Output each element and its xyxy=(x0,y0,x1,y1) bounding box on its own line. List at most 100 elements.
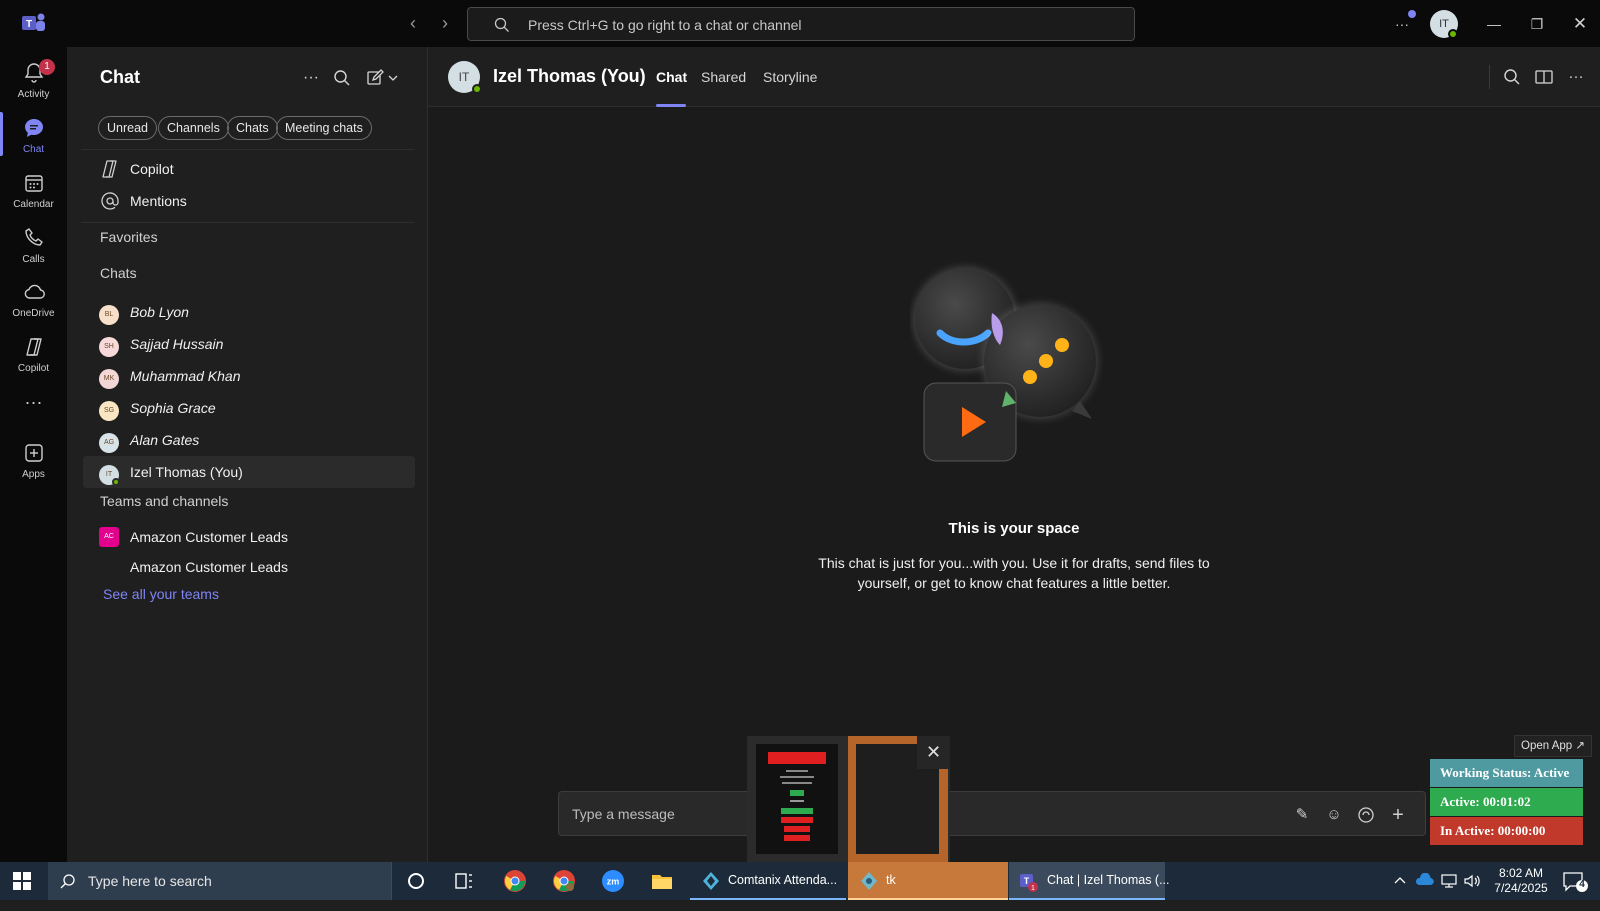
clock-date: 7/24/2025 xyxy=(1494,881,1548,895)
search-icon[interactable] xyxy=(331,67,353,89)
more-options-icon[interactable]: ··· xyxy=(300,67,322,89)
search-icon[interactable] xyxy=(1501,66,1523,88)
rail-item-activity[interactable]: 1 Activity xyxy=(0,53,67,109)
emoji-icon[interactable]: ☺ xyxy=(1324,805,1344,825)
file-explorer-icon[interactable] xyxy=(650,869,674,893)
volume-icon[interactable] xyxy=(1463,873,1481,911)
tab-chat[interactable]: Chat xyxy=(656,69,687,85)
chat-list-item[interactable]: SG Sophia Grace xyxy=(83,392,415,424)
chat-list-item[interactable]: AG Alan Gates xyxy=(83,424,415,456)
notification-count: 4 xyxy=(1579,879,1585,890)
close-window-icon[interactable]: ✕ xyxy=(1568,12,1592,36)
restore-icon[interactable]: ❐ xyxy=(1525,12,1549,36)
search-icon xyxy=(494,17,509,32)
chrome-icon[interactable] xyxy=(503,869,527,893)
chrome-profile-icon[interactable] xyxy=(552,869,576,893)
teams-icon: T 1 xyxy=(1020,874,1038,892)
channel-name: Amazon Customer Leads xyxy=(130,559,288,575)
format-icon[interactable]: ✎ xyxy=(1292,805,1312,825)
rail-item-calls[interactable]: Calls xyxy=(0,218,67,274)
taskbar-app-label: Comtanix Attenda... xyxy=(728,873,838,887)
rail-label: OneDrive xyxy=(12,308,55,319)
show-hidden-icons-icon[interactable] xyxy=(1392,872,1408,910)
chat-icon xyxy=(25,119,43,137)
rail-item-chat[interactable]: Chat xyxy=(0,108,67,164)
search-placeholder: Press Ctrl+G to go right to a chat or ch… xyxy=(528,17,802,33)
message-composer[interactable]: Type a message ✎ ☺ + xyxy=(558,791,1426,836)
zoom-icon[interactable]: zm xyxy=(601,869,625,893)
app-rail: 1 Activity Chat Calendar Calls OneDrive xyxy=(0,47,67,862)
svg-text:1: 1 xyxy=(1031,885,1035,892)
row-label: Mentions xyxy=(130,193,187,209)
rail-label: Copilot xyxy=(17,363,50,374)
chats-heading[interactable]: Chats xyxy=(100,265,137,281)
system-clock[interactable]: 8:02 AM 7/24/2025 xyxy=(1486,866,1556,896)
empty-state-text: This chat is just for you...with you. Us… xyxy=(818,555,1210,591)
rail-item-apps[interactable]: Apps xyxy=(0,433,67,489)
your-space-illustration xyxy=(913,267,1098,462)
copilot-icon xyxy=(102,160,117,178)
python-tk-icon xyxy=(861,872,877,890)
notifications-icon[interactable]: 4 xyxy=(1562,871,1588,909)
presence-available-icon xyxy=(112,478,120,486)
rail-label: Apps xyxy=(22,469,45,480)
tab-storyline[interactable]: Storyline xyxy=(763,69,817,85)
loop-icon[interactable] xyxy=(1356,805,1376,825)
taskbar-app-tk[interactable]: tk xyxy=(848,862,1008,900)
forward-arrow-icon[interactable]: › xyxy=(434,12,456,34)
more-options-icon[interactable]: ··· xyxy=(1565,66,1587,88)
rail-label: Calendar xyxy=(13,199,54,210)
rail-item-copilot[interactable]: Copilot xyxy=(0,327,67,383)
filter-chats[interactable]: Chats xyxy=(227,116,278,140)
windows-start-icon[interactable] xyxy=(13,872,31,890)
team-name: Amazon Customer Leads xyxy=(130,529,288,545)
pinned-mentions[interactable]: Mentions xyxy=(83,185,415,217)
window-thumbnail[interactable] xyxy=(756,744,838,854)
chat-list-item[interactable]: SH Sajjad Hussain xyxy=(83,328,415,360)
cloud-icon xyxy=(24,284,45,299)
network-icon[interactable] xyxy=(1440,873,1458,911)
taskbar-app-teams[interactable]: T 1 Chat | Izel Thomas (... xyxy=(1009,862,1170,900)
team-row[interactable]: AC Amazon Customer Leads xyxy=(83,521,415,553)
add-icon[interactable]: + xyxy=(1388,805,1408,825)
pop-out-icon[interactable] xyxy=(1533,66,1555,88)
divider xyxy=(81,222,414,223)
see-all-teams-link[interactable]: See all your teams xyxy=(103,586,219,602)
phone-icon xyxy=(25,228,43,246)
back-arrow-icon[interactable]: ‹ xyxy=(402,12,424,34)
channel-row[interactable]: Amazon Customer Leads xyxy=(83,551,415,583)
team-avatar: AC xyxy=(99,527,119,547)
more-apps-icon[interactable]: ··· xyxy=(0,387,67,417)
filter-channels[interactable]: Channels xyxy=(158,116,229,140)
close-thumbnail-icon[interactable]: ✕ xyxy=(917,736,950,769)
tab-shared[interactable]: Shared xyxy=(701,69,746,85)
chat-list-item[interactable]: MK Muhammad Khan xyxy=(83,360,415,392)
taskbar-search-input[interactable]: Type here to search xyxy=(48,862,392,900)
chat-name: Muhammad Khan xyxy=(130,368,241,384)
chat-name: Sajjad Hussain xyxy=(130,336,224,352)
open-app-button[interactable]: Open App ↗ xyxy=(1514,735,1592,757)
cortana-icon[interactable] xyxy=(404,869,428,893)
filter-unread[interactable]: Unread xyxy=(98,116,157,140)
filter-meeting-chats[interactable]: Meeting chats xyxy=(276,116,372,140)
minimize-icon[interactable]: — xyxy=(1482,12,1506,36)
taskbar-app-comtanix[interactable]: Comtanix Attenda... xyxy=(690,862,846,900)
rail-item-onedrive[interactable]: OneDrive xyxy=(0,272,67,328)
chat-list-item[interactable]: BL Bob Lyon xyxy=(83,296,415,328)
global-search-input[interactable]: Press Ctrl+G to go right to a chat or ch… xyxy=(467,7,1135,41)
windows-taskbar: Type here to search zm Comtanix Attenda.… xyxy=(0,862,1600,900)
taskbar-thumbnail-popup: ✕ xyxy=(747,736,950,862)
title-bar: T ‹ › Press Ctrl+G to go right to a chat… xyxy=(0,0,1600,47)
divider xyxy=(81,149,414,150)
favorites-heading[interactable]: Favorites xyxy=(100,229,158,245)
onedrive-tray-icon[interactable] xyxy=(1414,872,1434,911)
task-view-icon[interactable] xyxy=(452,869,476,893)
pinned-copilot[interactable]: Copilot xyxy=(83,153,415,185)
active-timer: Active: 00:01:02 xyxy=(1430,788,1583,816)
chat-header: IT Izel Thomas (You) Chat Shared Storyli… xyxy=(428,47,1600,107)
teams-heading[interactable]: Teams and channels xyxy=(100,493,228,509)
new-chat-icon[interactable] xyxy=(365,67,403,89)
rail-item-calendar[interactable]: Calendar xyxy=(0,163,67,219)
working-status-label: Working Status: Active xyxy=(1430,759,1583,787)
chat-list-item[interactable]: IT Izel Thomas (You) xyxy=(83,456,415,488)
